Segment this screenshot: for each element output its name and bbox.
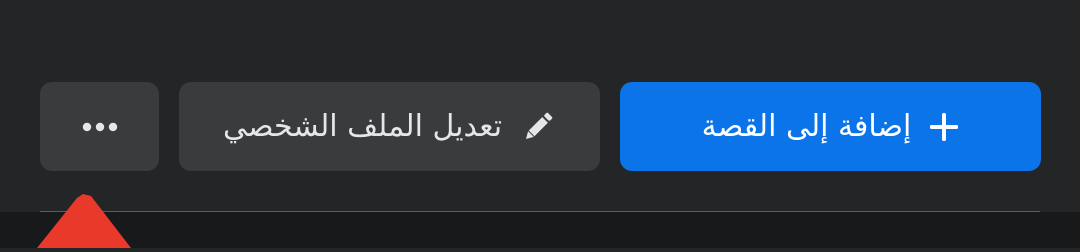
plus-icon xyxy=(929,112,959,142)
more-options-button[interactable] xyxy=(40,82,159,171)
edit-profile-label: تعديل الملف الشخصي xyxy=(222,108,503,144)
content-area-background xyxy=(0,212,1080,248)
more-icon xyxy=(80,122,120,132)
edit-profile-button[interactable]: تعديل الملف الشخصي xyxy=(179,82,600,171)
add-to-story-button[interactable]: إضافة إلى القصة xyxy=(620,82,1041,171)
add-to-story-label: إضافة إلى القصة xyxy=(701,108,912,144)
pencil-icon xyxy=(520,109,556,145)
pointer-arrow-icon xyxy=(35,192,135,252)
